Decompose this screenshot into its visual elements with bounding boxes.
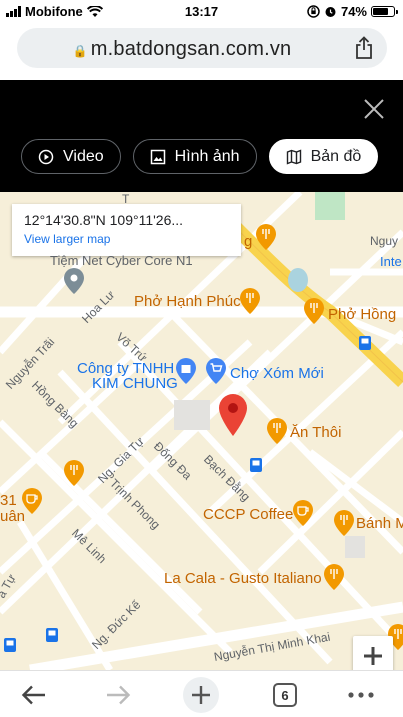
share-icon[interactable] bbox=[353, 36, 375, 60]
media-tabs: Video Hình ảnh Bản đồ bbox=[21, 139, 379, 174]
poi-label[interactable]: La Cala - Gusto Italiano bbox=[164, 570, 322, 587]
tab-count: 6 bbox=[273, 683, 297, 707]
tab-images-label: Hình ảnh bbox=[174, 147, 240, 165]
location-pin-icon[interactable] bbox=[64, 268, 84, 294]
poi-label[interactable]: Phở Hạnh Phúc bbox=[134, 293, 241, 310]
coordinates-text: 12°14'30.8"N 109°11'26... bbox=[24, 212, 184, 228]
more-dots-icon bbox=[348, 692, 374, 698]
place-label: Nguy bbox=[370, 234, 399, 248]
restaurant-pin-icon[interactable] bbox=[64, 460, 84, 486]
poi-label[interactable]: CCCP Coffee bbox=[203, 506, 293, 523]
coordinates-card: 12°14'30.8"N 109°11'26... View larger ma… bbox=[12, 204, 241, 256]
orientation-lock-icon bbox=[307, 5, 320, 18]
map-icon bbox=[286, 148, 301, 165]
restaurant-pin-icon[interactable] bbox=[256, 224, 276, 250]
cafe-pin-icon[interactable] bbox=[22, 488, 42, 514]
tab-video-label: Video bbox=[63, 147, 104, 165]
url-display[interactable]: 🔒 m.batdongsan.com.vn bbox=[17, 38, 347, 61]
status-right: 74% bbox=[307, 4, 398, 19]
poi-label[interactable]: Ăn Thôi bbox=[290, 424, 341, 441]
url-text: m.batdongsan.com.vn bbox=[90, 38, 292, 60]
restaurant-pin-icon[interactable] bbox=[304, 298, 324, 324]
status-bar: Mobifone 13:17 74% bbox=[0, 0, 403, 24]
bus-stop-icon[interactable] bbox=[359, 336, 371, 350]
close-icon[interactable] bbox=[363, 98, 385, 120]
poi-label[interactable]: 31 bbox=[0, 492, 17, 509]
address-bar[interactable]: 🔒 m.batdongsan.com.vn bbox=[17, 28, 387, 68]
restaurant-pin-icon[interactable] bbox=[324, 564, 344, 590]
shopping-cart-pin-icon[interactable] bbox=[206, 358, 226, 384]
plus-icon bbox=[192, 686, 210, 704]
bus-stop-icon[interactable] bbox=[46, 628, 58, 642]
arrow-left-icon bbox=[21, 685, 45, 705]
poi-label[interactable]: g bbox=[244, 233, 252, 250]
place-label: Inte bbox=[380, 254, 402, 269]
new-tab-circle bbox=[183, 677, 219, 713]
lock-icon: 🔒 bbox=[72, 44, 88, 58]
map-view[interactable]: 12°14'30.8"N 109°11'26... View larger ma… bbox=[0, 192, 403, 670]
alarm-icon bbox=[325, 7, 336, 17]
browser-toolbar: 6 bbox=[0, 670, 403, 717]
cafe-pin-icon[interactable] bbox=[293, 500, 313, 526]
place-label: Tiệm Net Cyber Core N1 bbox=[50, 253, 193, 268]
browser-address-area: 🔒 m.batdongsan.com.vn bbox=[0, 24, 403, 80]
location-marker-icon[interactable] bbox=[219, 394, 247, 436]
arrow-right-icon bbox=[107, 685, 131, 705]
poi-label[interactable]: KIM CHUNG bbox=[92, 375, 178, 392]
forward-button[interactable] bbox=[100, 677, 136, 713]
restaurant-pin-icon[interactable] bbox=[267, 418, 287, 444]
plus-icon bbox=[364, 647, 382, 665]
image-icon bbox=[150, 149, 165, 164]
battery-icon bbox=[371, 6, 398, 17]
poi-label[interactable]: Chợ Xóm Mới bbox=[230, 365, 324, 382]
shopping-pin-icon[interactable] bbox=[176, 358, 196, 384]
poi-label[interactable]: Bánh M bbox=[356, 515, 403, 532]
tab-images[interactable]: Hình ảnh bbox=[132, 139, 257, 174]
play-circle-icon bbox=[38, 149, 54, 164]
restaurant-pin-icon[interactable] bbox=[240, 288, 260, 314]
view-larger-map-link[interactable]: View larger map bbox=[24, 232, 229, 246]
back-button[interactable] bbox=[16, 677, 52, 713]
tab-video[interactable]: Video bbox=[21, 139, 121, 174]
battery-percent: 74% bbox=[340, 4, 367, 19]
street-label: T bbox=[122, 192, 130, 206]
tab-switcher-button[interactable]: 6 bbox=[267, 677, 303, 713]
zoom-in-button[interactable] bbox=[353, 636, 393, 670]
bus-stop-icon[interactable] bbox=[250, 458, 262, 472]
media-gallery-header: Video Hình ảnh Bản đồ bbox=[0, 80, 403, 192]
poi-label[interactable]: Phở Hồng bbox=[328, 306, 396, 323]
new-tab-button[interactable] bbox=[183, 677, 219, 713]
tab-map-label: Bản đồ bbox=[310, 147, 362, 165]
tab-map[interactable]: Bản đồ bbox=[268, 139, 379, 174]
bus-stop-icon[interactable] bbox=[4, 638, 16, 652]
restaurant-pin-icon[interactable] bbox=[334, 510, 354, 536]
more-menu-button[interactable] bbox=[343, 677, 379, 713]
